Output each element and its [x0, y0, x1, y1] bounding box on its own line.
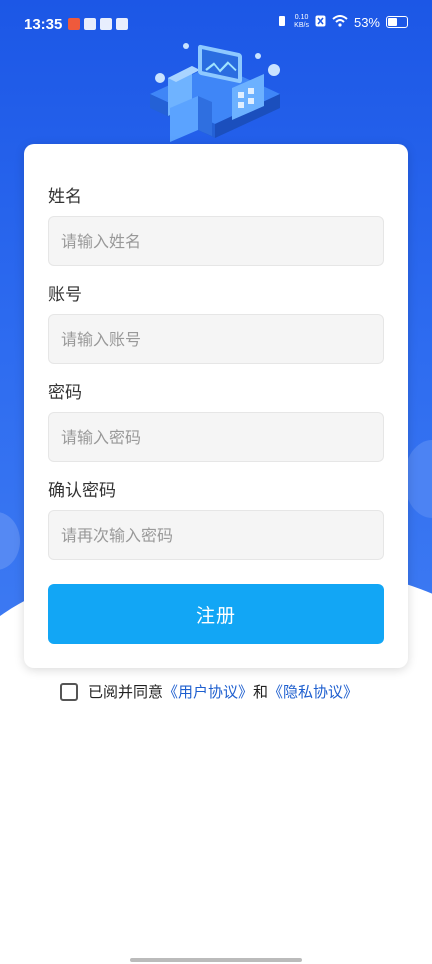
net-speed: 0.10 KB/s	[294, 14, 309, 30]
home-indicator[interactable]	[130, 958, 302, 962]
net-speed-unit: KB/s	[294, 22, 309, 29]
wifi-icon	[332, 14, 348, 30]
agreement-prefix: 已阅并同意	[88, 683, 164, 701]
net-speed-value: 0.10	[294, 14, 309, 21]
agreement-conjunction: 和	[253, 683, 269, 701]
account-label: 账号	[48, 285, 82, 305]
privacy-policy-link[interactable]: 《隐私协议》	[268, 681, 358, 702]
isometric-building-illustration	[140, 26, 290, 144]
sim-off-icon	[315, 15, 326, 30]
status-right: 0.10 KB/s 53%	[276, 14, 408, 30]
crown-icon	[100, 18, 112, 30]
name-input[interactable]	[48, 216, 384, 266]
battery-icon	[386, 16, 408, 28]
app-notification-icon	[84, 18, 96, 30]
tiktok-icon	[116, 18, 128, 30]
name-label: 姓名	[48, 187, 82, 207]
battery-percent: 53%	[353, 14, 380, 30]
agreement-checkbox[interactable]	[60, 682, 78, 701]
register-button[interactable]: 注册	[48, 584, 384, 644]
decorative-bubble	[0, 512, 20, 570]
account-input[interactable]	[48, 314, 384, 364]
notification-icons	[68, 18, 128, 30]
user-agreement-link[interactable]: 《用户协议》	[163, 681, 253, 702]
agreement-row: 已阅并同意 《用户协议》 和 《隐私协议》	[60, 681, 358, 702]
status-time: 13:35	[24, 16, 63, 33]
confirm-password-label: 确认密码	[48, 481, 116, 501]
app-notification-icon	[68, 18, 80, 30]
password-label: 密码	[48, 383, 82, 403]
register-form-card: 姓名 账号 密码 确认密码 注册	[24, 144, 408, 668]
decorative-bubble	[404, 440, 432, 518]
password-input[interactable]	[48, 412, 384, 462]
confirm-password-input[interactable]	[48, 510, 384, 560]
